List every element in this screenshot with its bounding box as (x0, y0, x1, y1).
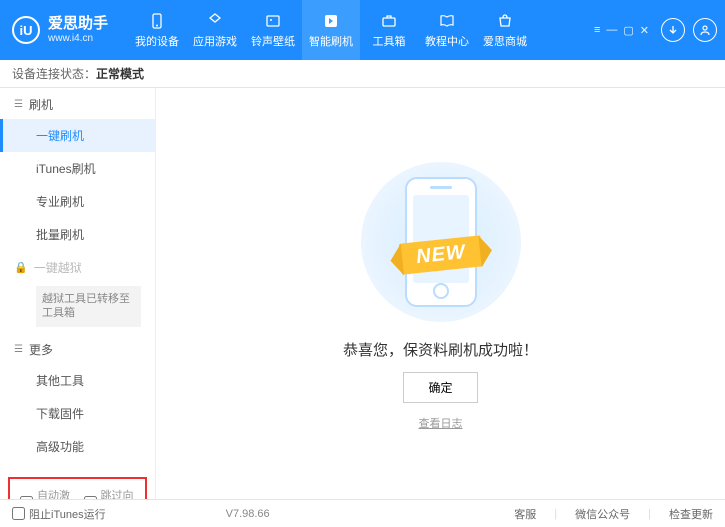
download-button[interactable] (661, 18, 685, 42)
checkbox-block-itunes[interactable]: 阻止iTunes运行 (12, 506, 106, 522)
sidebar-item-batch-flash[interactable]: 批量刷机 (0, 218, 155, 251)
sidebar: ☰ 刷机 一键刷机 iTunes刷机 专业刷机 批量刷机 🔒 一键越狱 越狱工具… (0, 88, 156, 499)
nav-tutorials[interactable]: 教程中心 (418, 0, 476, 60)
success-illustration: NEW (336, 157, 546, 327)
footer-link-update[interactable]: 检查更新 (669, 506, 713, 522)
sidebar-item-itunes-flash[interactable]: iTunes刷机 (0, 152, 155, 185)
image-icon (264, 12, 282, 30)
confirm-button[interactable]: 确定 (403, 372, 477, 403)
nav-toolbox[interactable]: 工具箱 (360, 0, 418, 60)
checkbox-auto-activate[interactable]: 自动激活 (20, 487, 72, 499)
sidebar-item-pro-flash[interactable]: 专业刷机 (0, 185, 155, 218)
status-label: 设备连接状态： (12, 65, 96, 82)
maximize-icon[interactable]: ▢ (623, 24, 633, 37)
section-more[interactable]: ☰ 更多 (0, 333, 155, 364)
close-icon[interactable]: ✕ (640, 24, 649, 37)
options-highlight-box: 自动激活 跳过向导 (8, 477, 147, 499)
chevron-icon: ☰ (14, 99, 23, 110)
status-value: 正常模式 (96, 65, 144, 82)
version-label: V7.98.66 (226, 508, 270, 520)
top-nav: 我的设备 应用游戏 铃声壁纸 智能刷机 工具箱 教程中心 爱思商城 (128, 0, 534, 60)
flash-icon (322, 12, 340, 30)
section-flash[interactable]: ☰ 刷机 (0, 88, 155, 119)
logo-icon: iU (12, 16, 40, 44)
window-controls: ≡ — ▢ ✕ (594, 24, 649, 37)
book-icon (438, 12, 456, 30)
checkbox-skip-guide[interactable]: 跳过向导 (84, 487, 136, 499)
success-message: 恭喜您，保资料刷机成功啦！ (343, 339, 538, 360)
app-header: iU 爱思助手 www.i4.cn 我的设备 应用游戏 铃声壁纸 智能刷机 工具… (0, 0, 725, 60)
footer-link-wechat[interactable]: 微信公众号 (575, 506, 630, 522)
jailbreak-note: 越狱工具已转移至工具箱 (36, 286, 141, 327)
logo-area: iU 爱思助手 www.i4.cn (12, 16, 108, 44)
user-button[interactable] (693, 18, 717, 42)
device-icon (148, 12, 166, 30)
chevron-icon: ☰ (14, 344, 23, 355)
nav-apps[interactable]: 应用游戏 (186, 0, 244, 60)
app-icon (206, 12, 224, 30)
footer: 阻止iTunes运行 V7.98.66 客服 | 微信公众号 | 检查更新 (0, 499, 725, 527)
sidebar-item-advanced[interactable]: 高级功能 (0, 430, 155, 463)
section-jailbreak: 🔒 一键越狱 (0, 251, 155, 282)
menu-icon[interactable]: ≡ (594, 24, 600, 37)
nav-store[interactable]: 爱思商城 (476, 0, 534, 60)
sidebar-item-download-firmware[interactable]: 下载固件 (0, 397, 155, 430)
toolbox-icon (380, 12, 398, 30)
status-bar: 设备连接状态： 正常模式 (0, 60, 725, 88)
view-log-link[interactable]: 查看日志 (419, 415, 463, 431)
main-content: NEW 恭喜您，保资料刷机成功啦！ 确定 查看日志 (156, 88, 725, 499)
app-title: 爱思助手 (48, 16, 108, 33)
lock-icon: 🔒 (14, 261, 28, 274)
nav-flash[interactable]: 智能刷机 (302, 0, 360, 60)
minimize-icon[interactable]: — (606, 24, 617, 37)
store-icon (496, 12, 514, 30)
sidebar-item-other-tools[interactable]: 其他工具 (0, 364, 155, 397)
nav-ringtones[interactable]: 铃声壁纸 (244, 0, 302, 60)
app-url: www.i4.cn (48, 33, 108, 44)
nav-my-device[interactable]: 我的设备 (128, 0, 186, 60)
footer-link-support[interactable]: 客服 (514, 506, 536, 522)
sidebar-item-oneclick-flash[interactable]: 一键刷机 (0, 119, 155, 152)
